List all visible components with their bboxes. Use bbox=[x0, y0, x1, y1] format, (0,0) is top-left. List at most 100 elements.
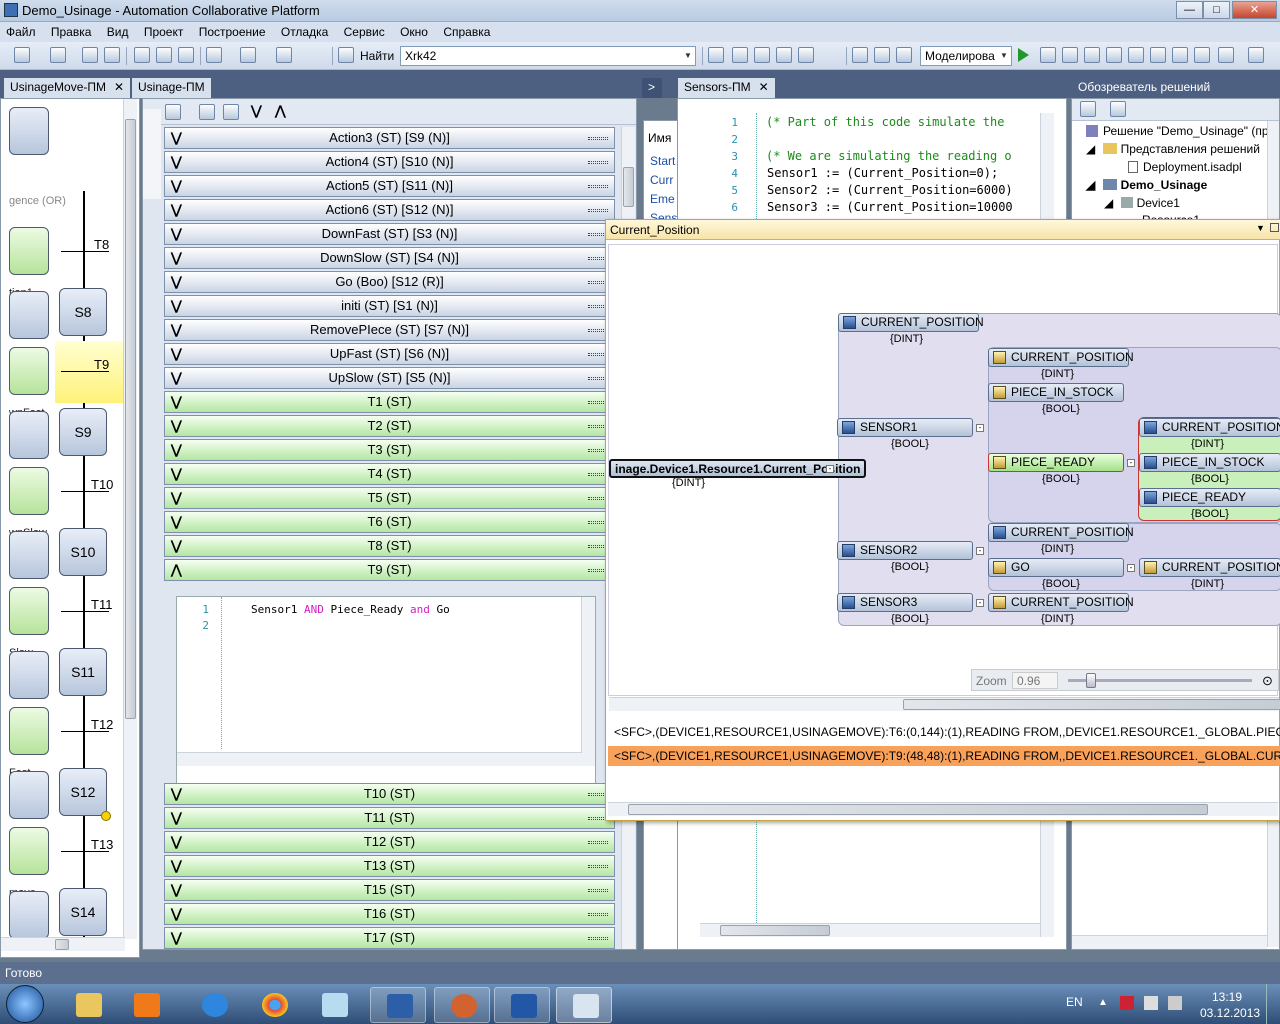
settings-gear-icon[interactable] bbox=[1218, 47, 1234, 63]
menu-file[interactable]: Файл bbox=[0, 23, 42, 41]
drag-handle-icon[interactable] bbox=[588, 865, 608, 868]
zoom-value[interactable]: 0.96 bbox=[1012, 672, 1058, 689]
add-item-icon[interactable] bbox=[50, 47, 66, 63]
action-block[interactable] bbox=[9, 891, 49, 939]
chevron-down-icon[interactable]: ⋁ bbox=[171, 344, 182, 364]
automation-app[interactable] bbox=[434, 987, 490, 1023]
graph-node[interactable]: SENSOR1 bbox=[837, 418, 973, 437]
chevron-down-icon[interactable]: ⋁ bbox=[171, 928, 182, 948]
collapse-icon[interactable]: - bbox=[1127, 564, 1135, 572]
chevron-down-icon[interactable]: ⋁ bbox=[171, 152, 182, 172]
sfc-step[interactable]: S11 bbox=[59, 648, 107, 696]
action-block[interactable] bbox=[9, 827, 49, 875]
save-app[interactable] bbox=[370, 987, 426, 1023]
debug-icon-3[interactable] bbox=[1128, 47, 1144, 63]
chevron-down-icon[interactable]: ⋁ bbox=[171, 248, 182, 268]
drag-handle-icon[interactable] bbox=[588, 161, 608, 164]
transition-row[interactable]: ⋁ T5 (ST) bbox=[164, 487, 615, 509]
tree-node-project[interactable]: ◢ Demo_Usinage bbox=[1086, 178, 1207, 192]
close-icon[interactable]: ✕ bbox=[759, 80, 769, 94]
zoom-slider-thumb[interactable] bbox=[1085, 673, 1096, 688]
media-player-app[interactable] bbox=[118, 987, 174, 1023]
chevron-down-icon[interactable]: ⋁ bbox=[171, 832, 182, 852]
grid-icon-3[interactable] bbox=[896, 47, 912, 63]
network-app[interactable] bbox=[556, 987, 612, 1023]
action-block[interactable] bbox=[9, 531, 49, 579]
maximize-popup-icon[interactable] bbox=[1270, 223, 1279, 232]
graph-node[interactable]: PIECE_IN_STOCK bbox=[988, 383, 1124, 402]
sfc-step[interactable]: S14 bbox=[59, 888, 107, 936]
action-block[interactable] bbox=[9, 707, 49, 755]
action-block[interactable] bbox=[9, 291, 49, 339]
graph-node[interactable]: PIECE_READY bbox=[1139, 488, 1280, 507]
tree-node-device[interactable]: ◢ Device1 bbox=[1104, 196, 1180, 210]
chevron-down-icon[interactable]: ⋁ bbox=[171, 368, 182, 388]
tab-sensors[interactable]: Sensors-ПМ ✕ bbox=[678, 78, 775, 98]
tree-node-deployment[interactable]: Deployment.isadpl bbox=[1128, 160, 1242, 174]
ie-app[interactable] bbox=[186, 987, 242, 1023]
fit-view-icon[interactable]: ⊙ bbox=[1262, 673, 1273, 689]
chevron-down-icon[interactable]: ⋁ bbox=[171, 488, 182, 508]
network-icon[interactable] bbox=[1120, 996, 1134, 1010]
chevron-down-icon[interactable]: ⋁ bbox=[171, 416, 182, 436]
tool-icon-4[interactable] bbox=[776, 47, 792, 63]
code-hscrollbar[interactable] bbox=[177, 752, 595, 766]
expand-all-icon[interactable]: ⋀ bbox=[275, 103, 286, 119]
menu-project[interactable]: Проект bbox=[138, 23, 190, 41]
save-icon[interactable] bbox=[82, 47, 98, 63]
code-line[interactable]: Sensor1 AND Piece_Ready and Go bbox=[251, 603, 450, 616]
action-block[interactable] bbox=[9, 771, 49, 819]
refresh-icon[interactable] bbox=[1110, 101, 1126, 117]
transition-row[interactable]: ⋁ T11 (ST) bbox=[164, 807, 615, 829]
debug-icon-2[interactable] bbox=[1106, 47, 1122, 63]
graph-node[interactable]: PIECE_IN_STOCK bbox=[1139, 453, 1280, 472]
minimize-button[interactable]: — bbox=[1176, 1, 1203, 19]
chevron-down-icon[interactable]: ▼ bbox=[997, 47, 1011, 65]
drag-handle-icon[interactable] bbox=[588, 137, 608, 140]
trace-hscrollbar[interactable] bbox=[608, 802, 1278, 816]
drag-handle-icon[interactable] bbox=[588, 913, 608, 916]
transition-row[interactable]: ⋁ T3 (ST) bbox=[164, 439, 615, 461]
menu-debug[interactable]: Отладка bbox=[275, 23, 334, 41]
variable-item[interactable]: Curr bbox=[650, 173, 673, 187]
start-button[interactable] bbox=[6, 985, 44, 1023]
chevron-down-icon[interactable]: ⋁ bbox=[171, 880, 182, 900]
chevron-down-icon[interactable]: ⋁ bbox=[171, 808, 182, 828]
action-block[interactable] bbox=[9, 587, 49, 635]
chevron-down-icon[interactable]: ⋁ bbox=[171, 296, 182, 316]
language-indicator[interactable]: EN bbox=[1066, 995, 1083, 1009]
action-row[interactable]: ⋁ Go (Boo) [S12 (R)] bbox=[164, 271, 615, 293]
collapse-icon[interactable]: - bbox=[976, 547, 984, 555]
grid-view-icon[interactable] bbox=[223, 104, 239, 120]
find-icon[interactable] bbox=[338, 47, 354, 63]
transition-row[interactable]: ⋁ T1 (ST) bbox=[164, 391, 615, 413]
action-block[interactable] bbox=[9, 467, 49, 515]
find-combo[interactable]: Xrk42 ▼ bbox=[400, 46, 696, 66]
menu-window[interactable]: Окно bbox=[394, 23, 434, 41]
menu-edit[interactable]: Правка bbox=[45, 23, 98, 41]
close-icon[interactable]: ✕ bbox=[114, 80, 124, 94]
action-block[interactable] bbox=[9, 107, 49, 155]
stop-icon[interactable] bbox=[1040, 47, 1056, 63]
drag-handle-icon[interactable] bbox=[588, 185, 608, 188]
chevron-down-icon[interactable]: ⋁ bbox=[171, 904, 182, 924]
grid-icon-1[interactable] bbox=[852, 47, 868, 63]
action-row[interactable]: ⋁ UpSlow (ST) [S5 (N)] bbox=[164, 367, 615, 389]
transition-row[interactable]: ⋁ T13 (ST) bbox=[164, 855, 615, 877]
drag-handle-icon[interactable] bbox=[588, 937, 608, 940]
sfc-step[interactable]: S10 bbox=[59, 528, 107, 576]
tree-node-views[interactable]: ◢ Представления решений bbox=[1086, 142, 1260, 156]
app-icon[interactable] bbox=[306, 987, 362, 1023]
action-row[interactable]: ⋁ initi (ST) [S1 (N)] bbox=[164, 295, 615, 317]
transition-row[interactable]: ⋁ T12 (ST) bbox=[164, 831, 615, 853]
transition-row[interactable]: ⋁ T4 (ST) bbox=[164, 463, 615, 485]
tool-icon-2[interactable] bbox=[732, 47, 748, 63]
drag-handle-icon[interactable] bbox=[588, 889, 608, 892]
chevron-down-icon[interactable]: ⋁ bbox=[171, 784, 182, 804]
code-comment[interactable]: (* We are simulating the reading o bbox=[766, 149, 1012, 163]
chevron-down-icon[interactable]: ⋁ bbox=[171, 272, 182, 292]
copy-icon[interactable] bbox=[156, 47, 172, 63]
tree-node-solution[interactable]: Решение "Demo_Usinage" (пр bbox=[1086, 124, 1269, 138]
transition-row[interactable]: ⋀ T9 (ST) bbox=[164, 559, 615, 581]
sensors-hscrollbar[interactable] bbox=[700, 923, 1040, 937]
